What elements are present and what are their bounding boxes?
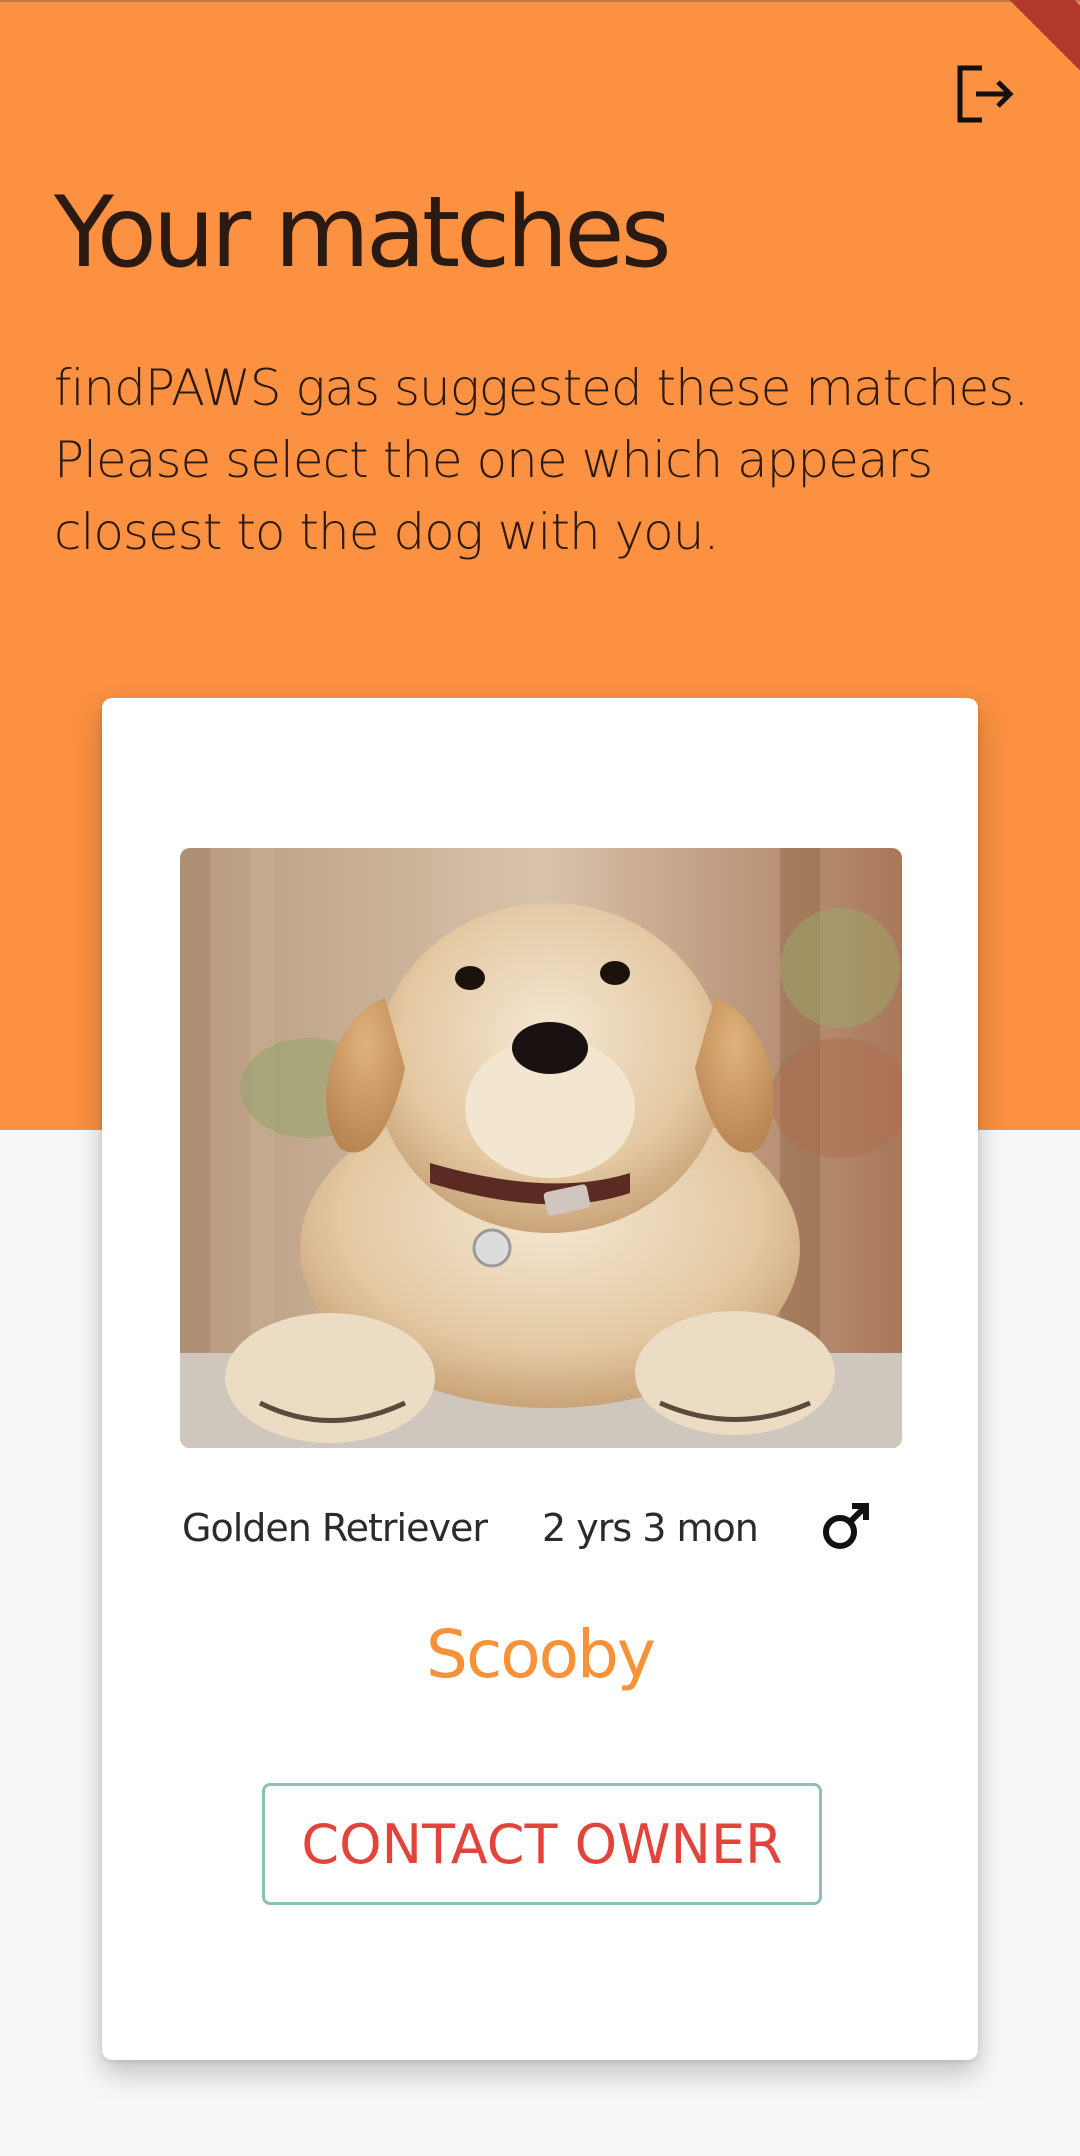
- top-border: [0, 0, 1080, 2]
- page-description: findPAWS gas suggested these matches. Pl…: [54, 359, 1029, 561]
- dog-age: 2 yrs 3 mon: [542, 1506, 759, 1550]
- logout-button[interactable]: [948, 58, 1020, 130]
- page-title: Your matches: [54, 176, 672, 290]
- logout-icon: [957, 65, 1014, 123]
- dog-photo: [180, 848, 902, 1448]
- dog-breed: Golden Retriever: [182, 1506, 488, 1550]
- dog-info-row: Golden Retriever 2 yrs 3 mon: [182, 1498, 902, 1568]
- match-card[interactable]: Golden Retriever 2 yrs 3 mon Scooby CONT…: [102, 698, 978, 2060]
- contact-owner-button[interactable]: CONTACT OWNER: [262, 1783, 822, 1905]
- matches-screen: Your matches findPAWS gas suggested thes…: [0, 0, 1080, 2156]
- dog-name: Scooby: [426, 1616, 656, 1693]
- male-icon: [823, 1503, 869, 1549]
